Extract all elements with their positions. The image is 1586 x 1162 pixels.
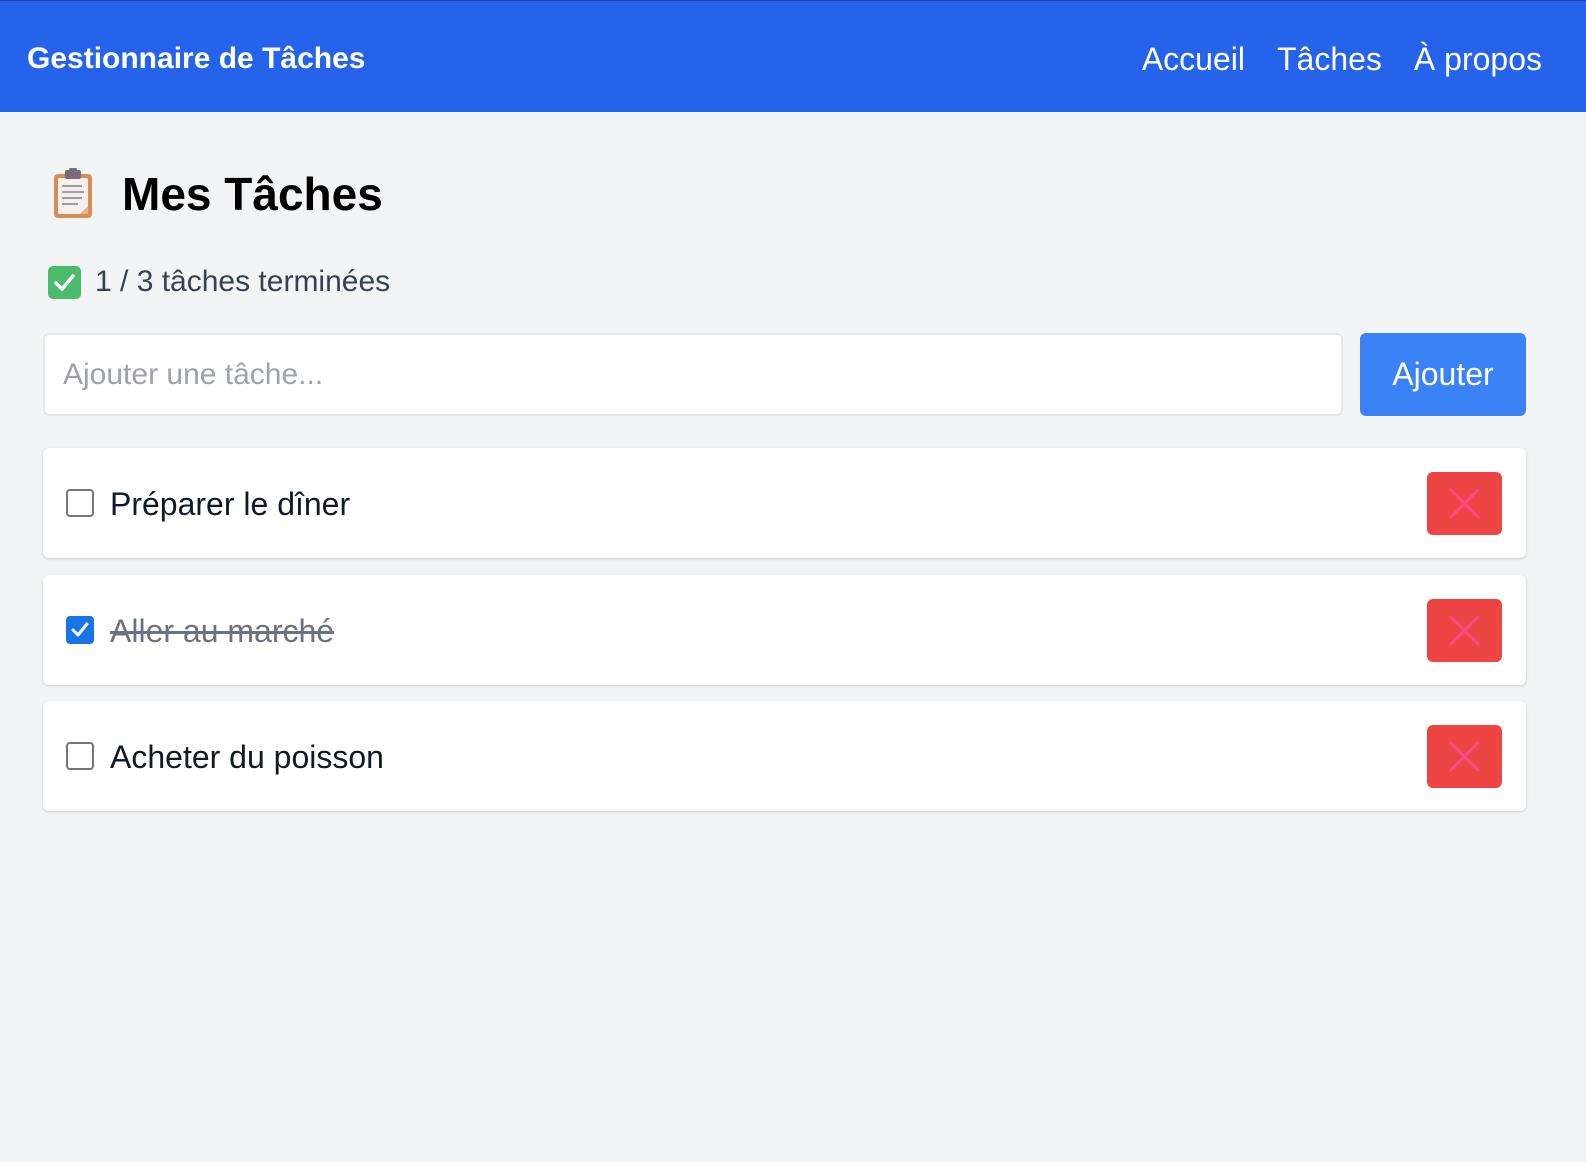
close-icon xyxy=(1449,741,1480,772)
completion-counter: 1 / 3 tâches terminées xyxy=(48,262,390,302)
close-icon xyxy=(1449,615,1480,645)
check-mark-button-icon xyxy=(48,265,81,299)
counter-text: 1 / 3 tâches terminées xyxy=(95,265,391,298)
page-title: Mes Tâches xyxy=(52,166,383,222)
page-heading: Mes Tâches xyxy=(122,168,383,220)
clipboard-icon xyxy=(52,168,96,220)
task-checkbox[interactable] xyxy=(66,742,94,770)
task-input[interactable] xyxy=(43,333,1343,416)
delete-button[interactable] xyxy=(1427,472,1502,535)
close-icon xyxy=(1449,488,1480,519)
nav-link-accueil[interactable]: Accueil xyxy=(1142,39,1245,79)
delete-button[interactable] xyxy=(1427,598,1502,662)
task-item: Acheter du poisson xyxy=(43,701,1526,811)
task-label: Préparer le dîner xyxy=(110,486,351,522)
add-task-form: Ajouter xyxy=(43,333,1526,416)
task-checkbox[interactable] xyxy=(66,615,94,644)
checkmark-icon xyxy=(71,622,89,636)
nav-links: Accueil Tâches À propos xyxy=(1142,39,1542,79)
task-list: Préparer le dîner Aller au marché Achete… xyxy=(43,448,1526,828)
task-item: Préparer le dîner xyxy=(43,448,1526,558)
nav-link-taches[interactable]: Tâches xyxy=(1277,39,1382,79)
delete-button[interactable] xyxy=(1427,725,1502,788)
task-checkbox[interactable] xyxy=(66,489,94,517)
task-label: Acheter du poisson xyxy=(110,739,384,775)
nav-link-a-propos[interactable]: À propos xyxy=(1414,39,1542,79)
add-button[interactable]: Ajouter xyxy=(1360,333,1526,416)
brand-title[interactable]: Gestionnaire de Tâches xyxy=(27,39,365,79)
task-item: Aller au marché xyxy=(43,574,1526,685)
navbar: Gestionnaire de Tâches Accueil Tâches À … xyxy=(0,0,1586,112)
task-label: Aller au marché xyxy=(110,612,335,649)
